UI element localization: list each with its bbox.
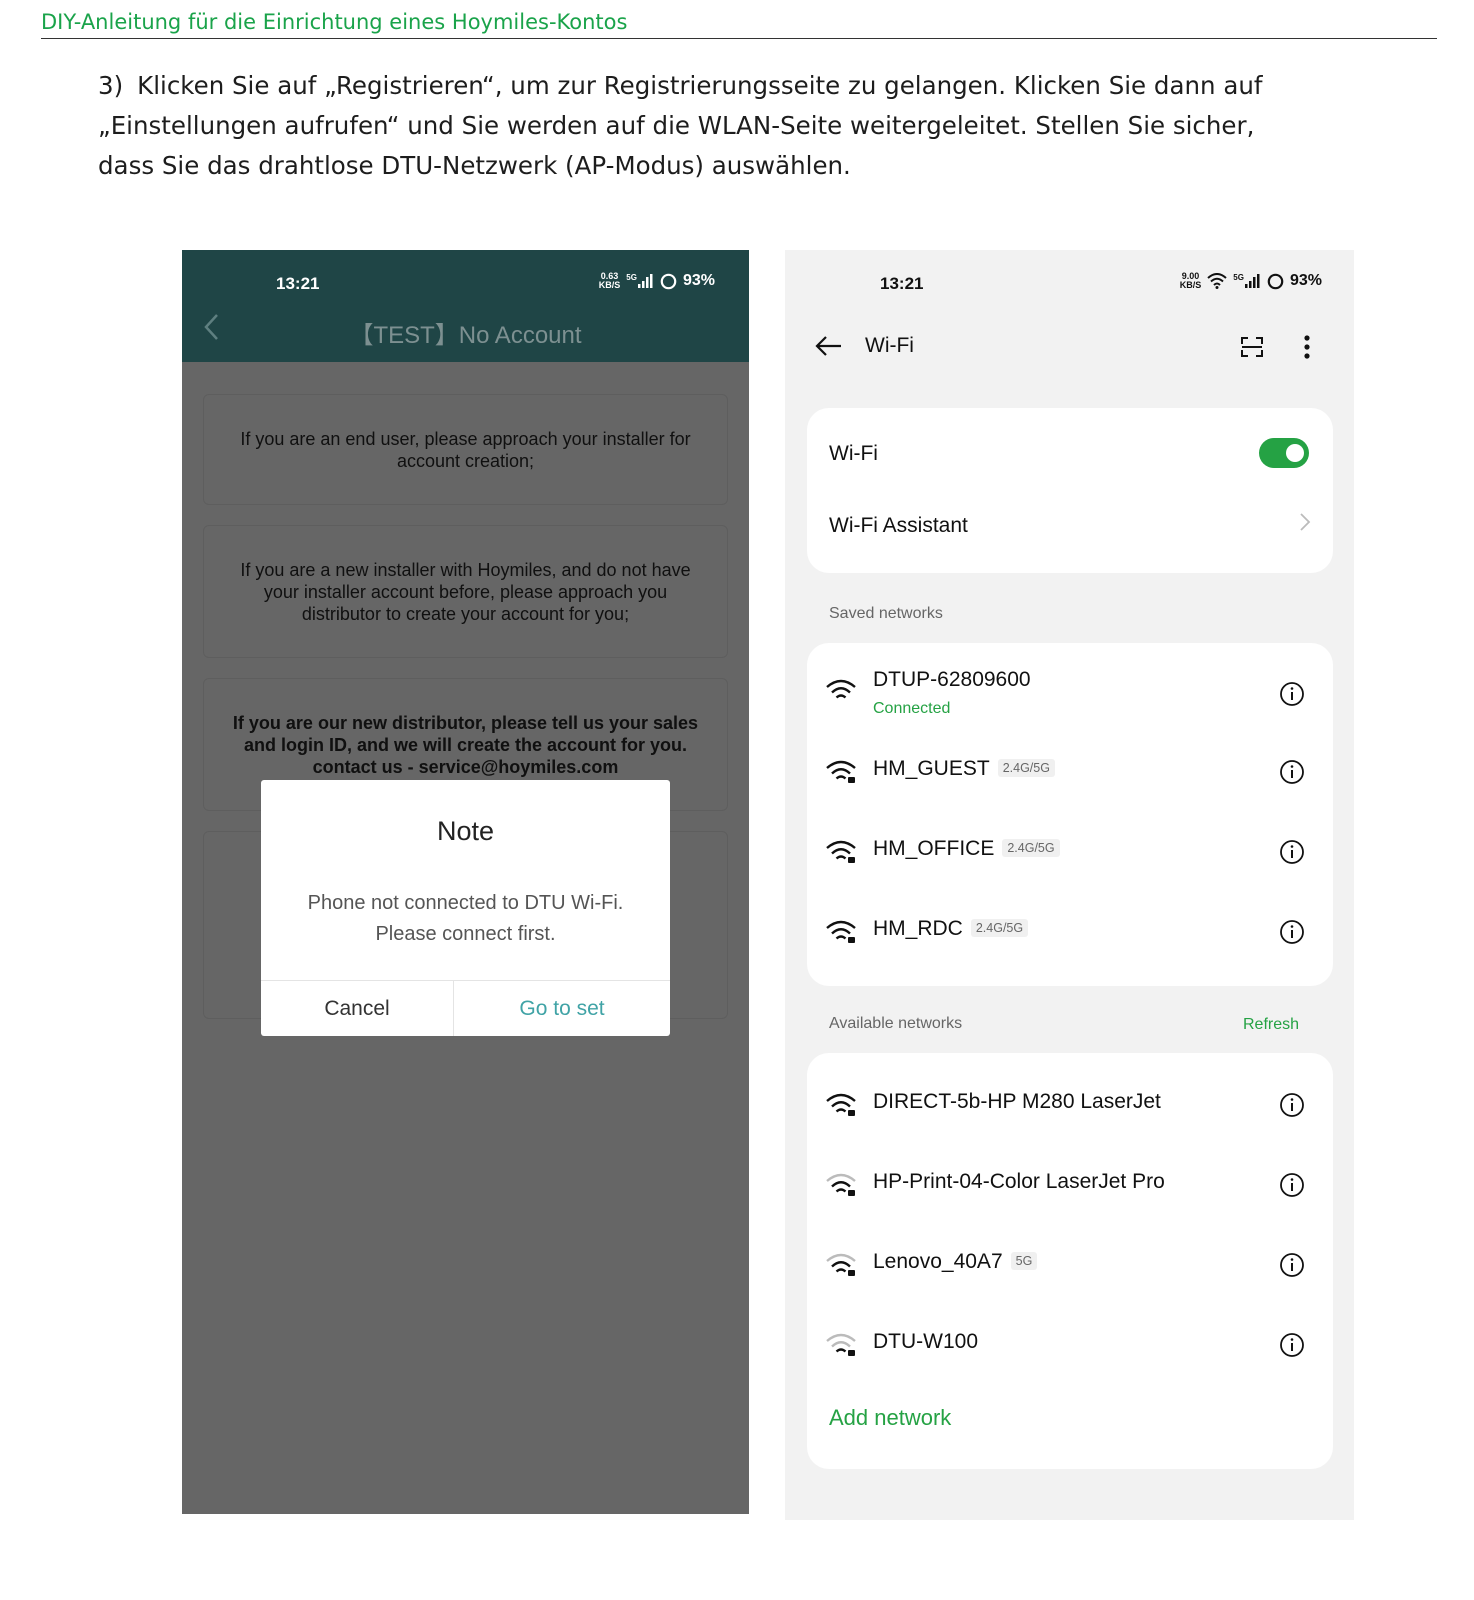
info-icon[interactable] [1279,919,1305,945]
step-instruction: 3) Klicken Sie auf „Registrieren“, um zur… [98,66,1358,186]
scan-qr-icon[interactable] [1240,335,1264,359]
card-text: If you are a new installer with Hoymiles… [240,559,691,624]
band-badge: 2.4G/5G [997,759,1055,777]
wifi-signal-icon [826,679,856,699]
back-arrow-icon[interactable] [815,335,843,357]
network-item[interactable]: Lenovo_40A7 5G [807,1230,1333,1300]
app-screenshot: 13:21 0.63 KB/S 5G 93% 【TEST】No Account I… [182,250,749,1514]
network-item[interactable]: HM_GUEST 2.4G/5G [807,737,1333,807]
network-name: Lenovo_40A7 5G [873,1250,1038,1274]
battery-ring-icon [660,273,677,289]
add-network-button[interactable]: Add network [829,1405,951,1431]
battery-ring-icon [1267,273,1284,289]
cancel-button[interactable]: Cancel [261,981,454,1036]
network-item[interactable]: DIRECT-5b-HP M280 LaserJet [807,1070,1333,1140]
status-bar-icons: 0.63 KB/S 5G 93% [599,272,715,290]
network-name: HM_RDC 2.4G/5G [873,917,1029,941]
page-title: 【TEST】No Account [349,322,582,349]
network-item[interactable]: HP-Print-04-Color LaserJet Pro [807,1150,1333,1220]
step-line-3: dass Sie das drahtlose DTU-Netzwerk (AP-… [98,151,851,180]
network-item[interactable]: HM_RDC 2.4G/5G [807,897,1333,967]
network-item[interactable]: HM_OFFICE 2.4G/5G [807,817,1333,887]
info-icon[interactable] [1279,681,1305,707]
saved-networks-list: DTUP-62809600 Connected HM_GUEST 2.4G/5G … [807,643,1333,986]
available-networks-list: DIRECT-5b-HP M280 LaserJet HP-Print-04-C… [807,1053,1333,1469]
network-item[interactable]: DTU-W100 [807,1310,1333,1380]
wifi-toggle-label: Wi-Fi [829,442,878,465]
network-item[interactable]: DTUP-62809600 Connected [807,656,1333,726]
end-user-card[interactable]: If you are an end user, please approach … [203,394,728,505]
network-speed: 9.00 KB/S [1179,271,1202,290]
band-badge: 2.4G/5G [1002,839,1060,857]
network-name: DTUP-62809600 [873,668,1031,691]
wifi-settings-screenshot: 13:21 9.00 KB/S 5G 93% Wi-Fi Wi-Fi Wi-Fi … [785,250,1354,1520]
step-line-1: Klicken Sie auf „Registrieren“, um zur R… [137,71,1263,100]
wifi-secured-icon [826,920,856,943]
network-name: DTU-W100 [873,1330,979,1353]
info-icon[interactable] [1279,759,1305,785]
card-text: If you are our new distributor, please t… [232,712,699,777]
info-icon[interactable] [1279,839,1305,865]
chevron-right-icon [1300,513,1311,531]
dialog-title: Note [436,816,495,846]
available-networks-label: Available networks [829,1015,963,1032]
dialog-message: Phone not connected to DTU Wi-Fi. Please… [307,892,624,945]
band-badge: 5G [1010,1252,1038,1270]
wifi-secured-icon [826,1173,856,1196]
wifi-toggle-switch[interactable] [1259,438,1309,468]
saved-networks-label: Saved networks [829,605,943,622]
status-time: 13:21 [276,274,320,293]
wifi-secured-icon [826,1333,856,1356]
refresh-button[interactable]: Refresh [1243,1016,1299,1034]
status-time: 13:21 [880,274,924,293]
info-icon[interactable] [1279,1252,1305,1278]
wifi-status-icon [1207,273,1227,289]
network-name: HM_GUEST 2.4G/5G [873,757,1055,781]
card-text: If you are an end user, please approach … [240,428,691,471]
wifi-toggle-group: Wi-Fi Wi-Fi Assistant [807,408,1333,573]
wifi-secured-icon [826,840,856,863]
network-speed: 0.63 KB/S [598,271,621,290]
signal-icon: 5G [1233,274,1261,288]
wifi-secured-icon [826,1093,856,1116]
info-icon[interactable] [1279,1332,1305,1358]
network-name: HP-Print-04-Color LaserJet Pro [873,1170,1165,1193]
more-options-icon[interactable] [1303,334,1311,360]
step-number: 3) [98,71,124,100]
network-name: DIRECT-5b-HP M280 LaserJet [873,1090,1161,1113]
wifi-secured-icon [826,1253,856,1276]
info-icon[interactable] [1279,1172,1305,1198]
network-name: HM_OFFICE 2.4G/5G [873,837,1060,861]
info-icon[interactable] [1279,1092,1305,1118]
go-to-set-button[interactable]: Go to set [454,981,670,1036]
signal-icon: 5G [626,274,654,288]
battery-level: 93% [1289,272,1322,289]
status-bar-icons: 9.00 KB/S 5G 93% [1180,272,1322,290]
document-header: DIY-Anleitung für die Einrichtung eines … [41,8,1437,39]
step-line-2: „Einstellungen aufrufen“ und Sie werden … [98,111,1255,140]
network-status: Connected [873,700,951,717]
page-title: Wi-Fi [865,334,914,357]
document-title: DIY-Anleitung für die Einrichtung eines … [41,10,628,34]
app-header: 13:21 0.63 KB/S 5G 93% 【TEST】No Account [182,250,749,362]
battery-level: 93% [682,272,715,289]
wifi-assistant-item[interactable]: Wi-Fi Assistant [829,514,968,538]
wifi-secured-icon [826,760,856,783]
dialog-actions: Cancel Go to set [261,980,670,1036]
note-dialog: Note Phone not connected to DTU Wi-Fi. P… [261,780,670,1036]
band-badge: 2.4G/5G [970,919,1029,937]
installer-card[interactable]: If you are a new installer with Hoymiles… [203,525,728,658]
